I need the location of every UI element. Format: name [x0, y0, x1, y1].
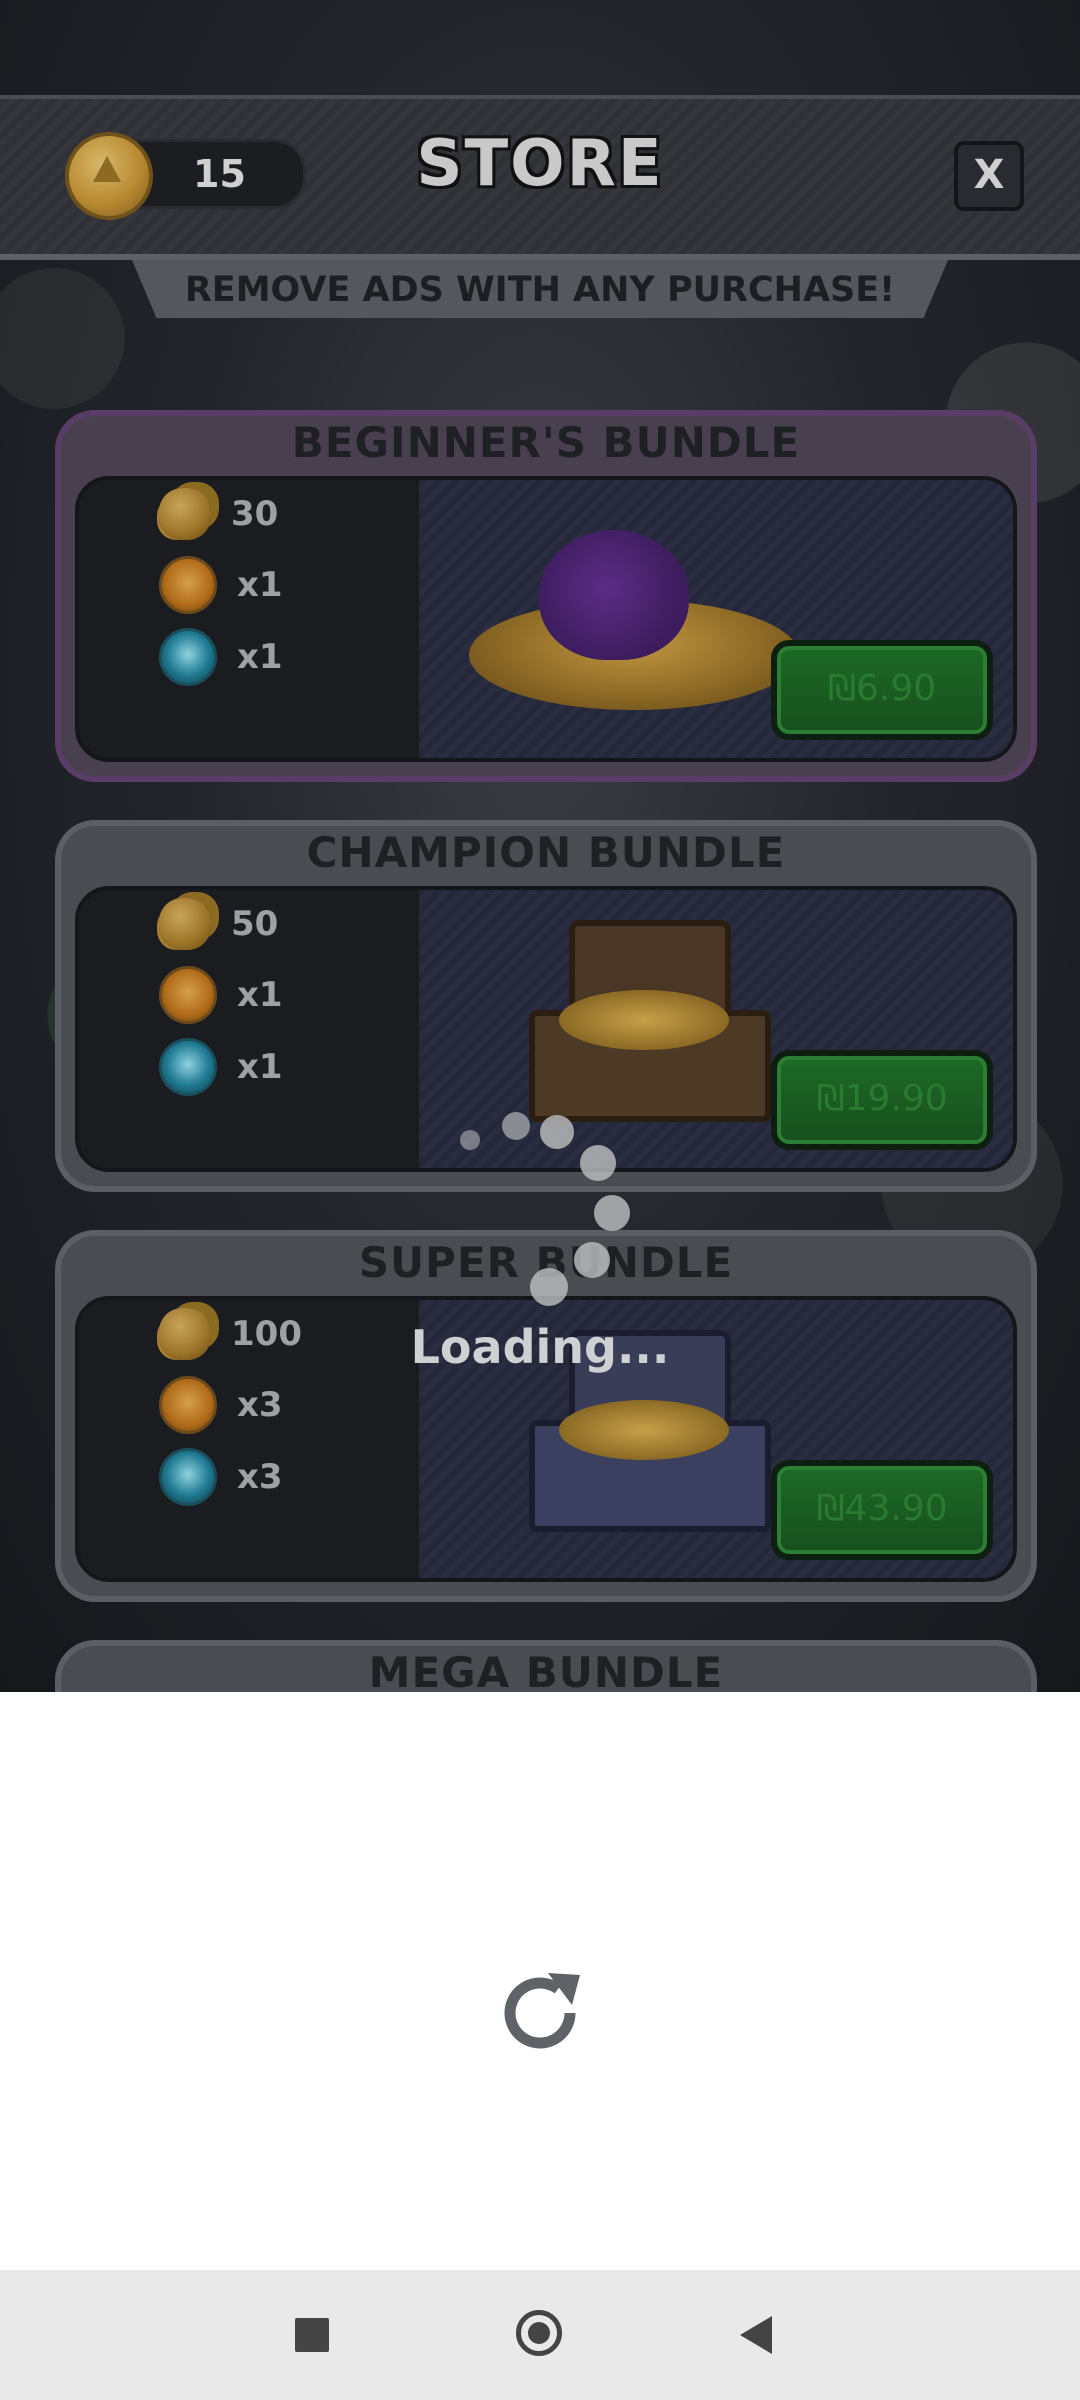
loading-dot — [530, 1268, 568, 1306]
coins-icon — [159, 898, 211, 950]
buy-button-super[interactable]: ₪43.90 — [771, 1460, 993, 1560]
gold-coins-icon — [559, 1400, 729, 1460]
bundle-items: 30 x1 x1 — [79, 480, 419, 758]
loading-text: Loading... — [410, 1320, 670, 1374]
list-item: x1 — [159, 628, 283, 686]
loading-dot — [594, 1195, 630, 1231]
reload-icon[interactable] — [492, 1965, 588, 2061]
game-area: 15 STORE X REMOVE ADS WITH ANY PURCHASE!… — [0, 0, 1080, 1692]
orange-orb-icon — [159, 966, 217, 1024]
list-item: x3 — [159, 1376, 283, 1434]
list-item: 50 — [159, 898, 278, 950]
list-item: x1 — [159, 556, 283, 614]
bundle-title: CHAMPION BUNDLE — [306, 828, 786, 877]
loading-dot — [460, 1130, 480, 1150]
list-item: x3 — [159, 1448, 283, 1506]
page-title: STORE — [416, 127, 664, 201]
bundle-content: 30 x1 x1 ₪6.90 — [75, 476, 1017, 762]
blue-orb-amount: x3 — [237, 1457, 283, 1497]
treasure-chest-icon — [529, 920, 771, 1122]
close-button[interactable]: X — [954, 141, 1024, 211]
store-header: 15 STORE X — [0, 95, 1080, 260]
orange-orb-amount: x1 — [237, 565, 283, 605]
remove-ads-banner: REMOVE ADS WITH ANY PURCHASE! — [132, 260, 948, 318]
bundle-card-beginner[interactable]: BEGINNER'S BUNDLE 30 x1 x1 ₪6.90 — [55, 410, 1037, 782]
orange-orb-icon — [159, 1376, 217, 1434]
list-item: x1 — [159, 1038, 283, 1096]
buy-button-beginner[interactable]: ₪6.90 — [771, 640, 993, 740]
bundle-title: BEGINNER'S BUNDLE — [291, 418, 801, 467]
square-icon[interactable] — [295, 2318, 329, 2352]
orange-orb-amount: x3 — [237, 1385, 283, 1425]
loading-dot — [540, 1115, 574, 1149]
coin-sack-icon — [539, 530, 689, 660]
loading-dot — [574, 1242, 610, 1278]
coins-amount: 50 — [231, 904, 279, 944]
coins-amount: 30 — [231, 494, 279, 534]
orange-orb-icon — [159, 556, 217, 614]
coins-icon — [159, 488, 211, 540]
blue-orb-icon — [159, 1448, 217, 1506]
system-nav-bar — [0, 2270, 1080, 2400]
blue-orb-icon — [159, 628, 217, 686]
buy-button-champion[interactable]: ₪19.90 — [771, 1050, 993, 1150]
bundle-title: MEGA BUNDLE — [368, 1648, 724, 1692]
reload-icon-graphic — [504, 1973, 580, 2049]
triangle-back-icon[interactable] — [740, 2316, 772, 2354]
loading-dot — [580, 1145, 616, 1181]
blue-orb-amount: x1 — [237, 637, 283, 677]
blue-orb-icon — [159, 1038, 217, 1096]
loading-dot — [502, 1112, 530, 1140]
circle-icon[interactable] — [516, 2310, 562, 2356]
orange-orb-amount: x1 — [237, 975, 283, 1015]
list-item: 30 — [159, 488, 278, 540]
bundle-items: 50 x1 x1 — [79, 890, 419, 1168]
bundle-card-mega[interactable]: MEGA BUNDLE — [55, 1640, 1037, 1692]
gold-coins-icon — [559, 990, 729, 1050]
blue-orb-amount: x1 — [237, 1047, 283, 1087]
list-item: x1 — [159, 966, 283, 1024]
